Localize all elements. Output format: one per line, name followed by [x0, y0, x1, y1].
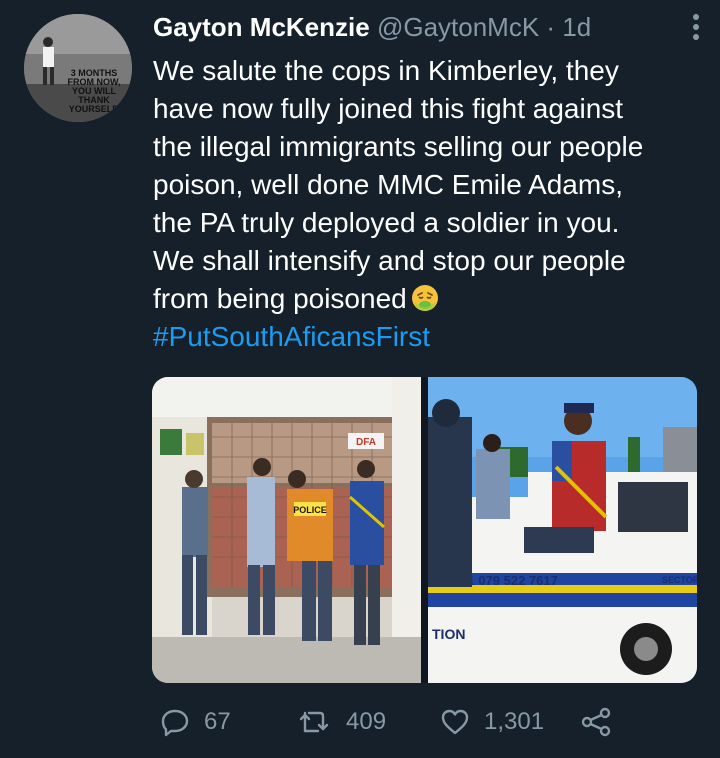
like-count: 1,301	[484, 708, 545, 735]
shop-sign: DFA	[356, 437, 376, 448]
like-button[interactable]: 1,301	[440, 702, 544, 742]
tweet-media: DFA POLICE 10111 079 522 7617 SECTOR TIO…	[152, 377, 697, 683]
author-avatar[interactable]: 3 MONTHS FROM NOW, YOU WILL THANK YOURSE…	[24, 14, 132, 122]
share-button[interactable]	[580, 702, 626, 742]
van-sector: SECTOR	[662, 575, 697, 585]
reply-button[interactable]: 67	[160, 702, 231, 742]
reply-icon	[161, 709, 189, 737]
more-options-icon[interactable]	[692, 13, 700, 41]
header-separator: ·	[546, 12, 556, 42]
share-icon	[581, 707, 611, 737]
author-name[interactable]: Gayton McKenzie	[153, 12, 370, 42]
retweet-icon	[299, 711, 329, 733]
retweet-count: 409	[346, 708, 387, 735]
tweet-header: Gayton McKenzie @GaytonMcK · 1d	[153, 10, 704, 44]
tweet-line-last: from being poisoned	[153, 280, 713, 318]
retweet-button[interactable]: 409	[298, 702, 386, 742]
photo-shop-police[interactable]: DFA POLICE	[152, 377, 421, 683]
heart-icon	[441, 709, 469, 735]
tweet-line: from being poisoned	[153, 283, 407, 314]
tweet-actions: 67 409 1,301	[160, 702, 640, 742]
tweet-line: have now fully joined this fight against	[153, 93, 624, 124]
tweet-text: We salute the cops in Kimberley, they ha…	[153, 52, 713, 356]
tweet-line: the PA truly deployed a soldier in you.	[153, 207, 620, 238]
van-side-text: TION	[432, 626, 465, 642]
vest-text: POLICE	[293, 505, 327, 515]
avatar-caption-5: YOURSELF.	[69, 104, 120, 114]
reply-count: 67	[204, 708, 231, 735]
nauseated-face-icon	[411, 285, 438, 311]
hashtag-link[interactable]: #PutSouthAficansFirst	[153, 318, 713, 356]
tweet-time[interactable]: 1d	[562, 12, 591, 42]
tweet-line: the illegal immigrants selling our peopl…	[153, 131, 644, 162]
tweet-line: We shall intensify and stop our people	[153, 245, 626, 276]
photo-police-van[interactable]: 10111 079 522 7617 SECTOR TION	[428, 377, 697, 683]
avatar-image: 3 MONTHS FROM NOW, YOU WILL THANK YOURSE…	[24, 14, 132, 122]
tweet-line: poison, well done MMC Emile Adams,	[153, 169, 623, 200]
author-handle[interactable]: @GaytonMcK	[377, 12, 539, 42]
tweet-line: We salute the cops in Kimberley, they	[153, 55, 619, 86]
